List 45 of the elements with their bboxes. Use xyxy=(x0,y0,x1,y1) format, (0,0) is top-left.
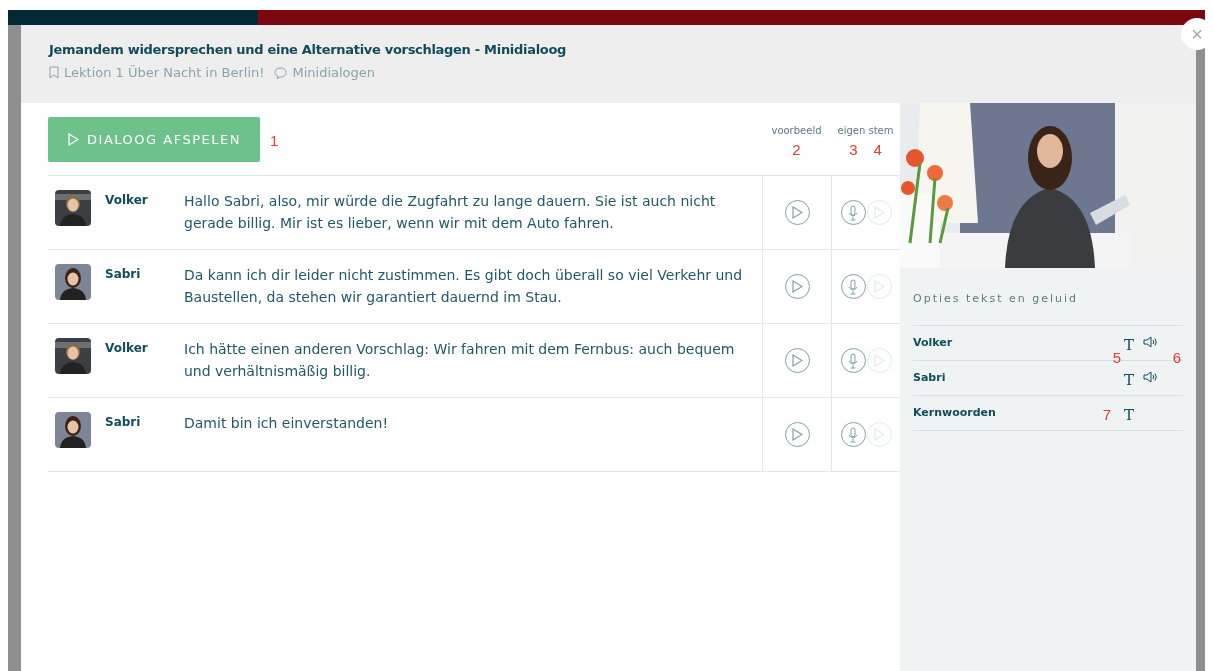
dialog-line: Damit bin ich einverstanden! xyxy=(184,414,390,433)
column-header: eigen stem xyxy=(837,125,894,136)
annotation-number: 4 xyxy=(873,141,882,158)
annotation-number: 6 xyxy=(1172,349,1181,366)
speaker-icon[interactable] xyxy=(1142,371,1158,383)
bookmark-icon xyxy=(49,66,59,79)
annotation-number: 2 xyxy=(792,141,801,158)
microphone-icon xyxy=(847,352,859,369)
play-dialog-button[interactable]: DIALOOG AFSPELEN xyxy=(48,117,260,162)
play-icon xyxy=(873,354,885,367)
dialog-title: Jemandem widersprechen und eine Alternative vorschlagen - Minidialoog xyxy=(49,42,568,57)
speaker-name: Volker xyxy=(104,340,149,357)
breadcrumb-link[interactable]: Lektion 1 Über Nacht in Berlin! xyxy=(64,65,265,80)
dialog-line: Ich hätte einen anderen Vorschlag: Wir fahren mit dem Fernbus: auch bequem und verhältnismäßig billig. xyxy=(184,340,736,381)
speaker-name: Sabri xyxy=(104,266,142,283)
play-icon xyxy=(67,133,80,146)
text-toggle[interactable]: T xyxy=(1121,406,1137,424)
breadcrumb-link[interactable]: Minidialogen xyxy=(292,65,376,80)
play-icon xyxy=(873,280,885,293)
annotation-number: 3 xyxy=(849,141,858,158)
text-toggle[interactable]: T xyxy=(1121,371,1137,389)
options-title: Opties tekst en geluid xyxy=(912,291,1080,307)
play-icon xyxy=(791,280,803,293)
play-icon xyxy=(791,206,803,219)
dialog-line: Da kann ich dir leider nicht zustimmen. Es gibt doch überall so viel Verkehr und Baustellen, da stehen wir garantiert dauernd im Stau. xyxy=(184,266,744,307)
play-icon xyxy=(791,428,803,441)
speaker-icon[interactable] xyxy=(1142,336,1158,348)
play-icon xyxy=(873,428,885,441)
speaker-name: Volker xyxy=(104,192,149,209)
text-toggle[interactable]: T xyxy=(1121,336,1137,354)
microphone-icon xyxy=(847,426,859,443)
microphone-icon xyxy=(847,278,859,295)
option-label: Sabri xyxy=(913,371,946,384)
annotation-number: 7 xyxy=(1102,406,1111,423)
play-icon xyxy=(873,206,885,219)
option-label: Volker xyxy=(913,336,953,349)
dialog-line: Hallo Sabri, also, mir würde die Zugfahrt zu lange dauern. Sie ist auch nicht gerade billig. Mir ist es lieber, wenn wir mit dem Auto fahren. xyxy=(184,192,717,233)
play-icon xyxy=(791,354,803,367)
annotation-number: 1 xyxy=(270,132,279,149)
microphone-icon xyxy=(847,204,859,221)
speech-bubble-icon xyxy=(274,66,288,79)
column-header: voorbeeld xyxy=(771,125,822,136)
speaker-name: Sabri xyxy=(104,414,142,431)
annotation-number: 5 xyxy=(1112,349,1121,366)
option-label: Kernwoorden xyxy=(913,406,996,419)
